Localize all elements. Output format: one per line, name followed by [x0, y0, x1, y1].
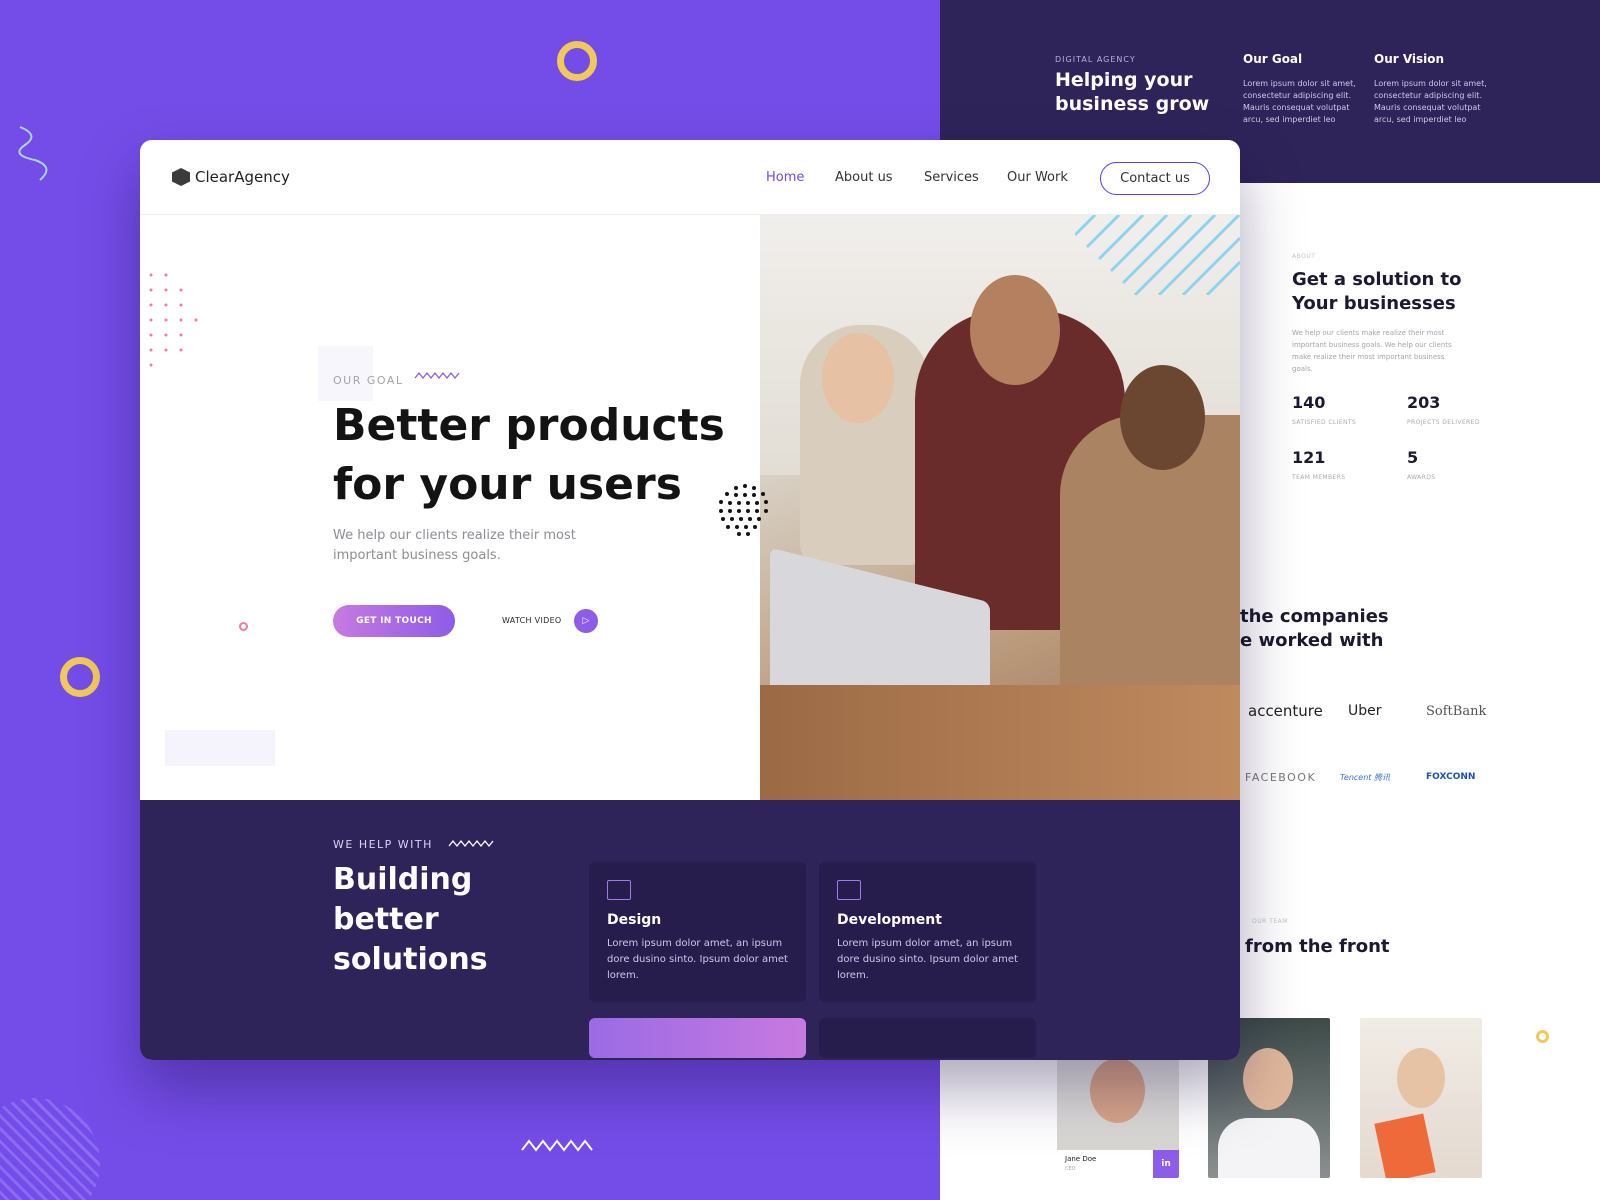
team-face	[1243, 1048, 1293, 1110]
service-title: Development	[837, 912, 942, 928]
contact-us-button[interactable]: Contact us	[1100, 162, 1210, 195]
stat-label: TEAM MEMBERS	[1292, 474, 1346, 481]
play-video-button[interactable]: ▷	[574, 609, 598, 633]
stat-label: AWARDS	[1407, 474, 1436, 481]
pink-dot-decoration	[239, 622, 248, 631]
squiggle-decoration	[18, 126, 48, 181]
service-text: Lorem ipsum dolor amet, an ipsum dore du…	[837, 938, 1018, 981]
watch-video-link[interactable]: WATCH VIDEO	[502, 616, 562, 625]
striped-circle-decoration	[0, 1098, 100, 1200]
pink-dot-grid-decoration	[149, 273, 198, 367]
service-card-peek-dark[interactable]	[819, 1018, 1036, 1058]
photo-face-center	[970, 275, 1060, 385]
team-member-role: CEO	[1065, 1166, 1076, 1172]
service-card-design[interactable]: Design Lorem ipsum dolor amet, an ipsum …	[589, 862, 806, 1002]
bg-about-title: Get a solution to Your businesses	[1292, 269, 1462, 314]
nav-home[interactable]: Home	[766, 170, 804, 185]
nav-our-work[interactable]: Our Work	[1007, 170, 1068, 185]
services-eyebrow: WE HELP WITH	[333, 838, 433, 851]
website-mockup-card: ClearAgency Home About us Services Our W…	[140, 140, 1240, 1060]
bg-companies-title-2: e worked with	[1240, 630, 1384, 651]
zigzag-decoration	[521, 1139, 593, 1152]
photo-face-left	[822, 333, 894, 423]
bg-about-label: ABOUT	[1292, 253, 1316, 260]
service-title: Design	[607, 912, 662, 928]
bg-team-title: from the front	[1245, 936, 1390, 957]
brand[interactable]: ClearAgency	[172, 168, 290, 186]
team-photo-3	[1360, 1018, 1482, 1178]
service-card-peek-gradient[interactable]	[589, 1018, 806, 1058]
brand-name: ClearAgency	[195, 168, 290, 186]
photo-table	[760, 685, 1240, 800]
stat-value: 5	[1407, 448, 1419, 467]
blue-stripe-decoration	[1075, 215, 1240, 295]
nav-services[interactable]: Services	[924, 170, 979, 185]
black-dot-circle-decoration	[719, 484, 768, 536]
service-card-development[interactable]: Development Lorem ipsum dolor amet, an i…	[819, 862, 1036, 1002]
stat-label: SATISFIED CLIENTS	[1292, 419, 1357, 426]
bg-headline: Helping your business grow	[1055, 69, 1210, 115]
stat-label: PROJECTS DELIVERED	[1407, 419, 1480, 426]
hero-title: Better products for your users	[333, 400, 725, 510]
bg-eyebrow: DIGITAL AGENCY	[1055, 55, 1136, 64]
services-title: Building better solutions	[333, 862, 488, 977]
nav-about[interactable]: About us	[835, 170, 893, 185]
yellow-ring-small	[1536, 1030, 1549, 1043]
stat-value: 140	[1292, 393, 1326, 412]
hero-eyebrow: OUR GOAL	[333, 374, 404, 387]
logo-softbank: SoftBank	[1426, 704, 1487, 719]
logo-uber: Uber	[1348, 703, 1382, 719]
stat-value: 203	[1407, 393, 1441, 412]
logo-tencent: Tencent 腾讯	[1340, 773, 1390, 782]
service-text: Lorem ipsum dolor amet, an ipsum dore du…	[607, 938, 788, 981]
light-rect-decoration	[165, 730, 275, 766]
logo-foxconn: FOXCONN	[1426, 772, 1476, 782]
yellow-ring-left	[60, 657, 100, 697]
get-in-touch-button[interactable]: GET IN TOUCH	[333, 605, 455, 637]
logo-accenture: accenture	[1248, 702, 1323, 720]
navbar: ClearAgency Home About us Services Our W…	[140, 140, 1240, 215]
team-face	[1397, 1048, 1445, 1108]
hero-team-photo	[760, 215, 1240, 800]
bg-vision-text: Lorem ipsum dolor sit amet, consectetur …	[1374, 79, 1487, 124]
team-face	[1090, 1058, 1145, 1123]
stat-value: 121	[1292, 448, 1326, 467]
bg-goal-text: Lorem ipsum dolor sit amet, consectetur …	[1243, 79, 1356, 124]
bg-team-label: OUR TEAM	[1252, 918, 1288, 925]
team-folder	[1374, 1113, 1436, 1178]
monitor-design-icon	[607, 880, 631, 900]
hero-subtitle: We help our clients realize their most i…	[333, 528, 576, 563]
photo-face-right	[1120, 365, 1205, 470]
monitor-code-icon	[837, 880, 861, 900]
services-wave-decoration	[448, 839, 494, 848]
cube-logo-icon	[172, 168, 190, 186]
logo-facebook: FACEBOOK	[1245, 771, 1317, 784]
bg-companies-title-1: the companies	[1240, 606, 1389, 627]
bg-goal-title: Our Goal	[1243, 52, 1303, 66]
team-member-name: Jane Doe	[1065, 1155, 1097, 1163]
play-icon: ▷	[582, 616, 590, 626]
yellow-ring-top	[557, 41, 597, 81]
team-shirt	[1218, 1118, 1320, 1178]
bg-about-text: We help our clients make realize their m…	[1292, 329, 1452, 373]
bg-vision-title: Our Vision	[1374, 52, 1445, 66]
services-section: WE HELP WITH Building better solutions D…	[140, 800, 1240, 1060]
hero-wave-decoration	[414, 371, 460, 380]
team-member-footer: Jane Doe CEO in	[1057, 1150, 1179, 1178]
linkedin-button[interactable]: in	[1153, 1150, 1179, 1178]
